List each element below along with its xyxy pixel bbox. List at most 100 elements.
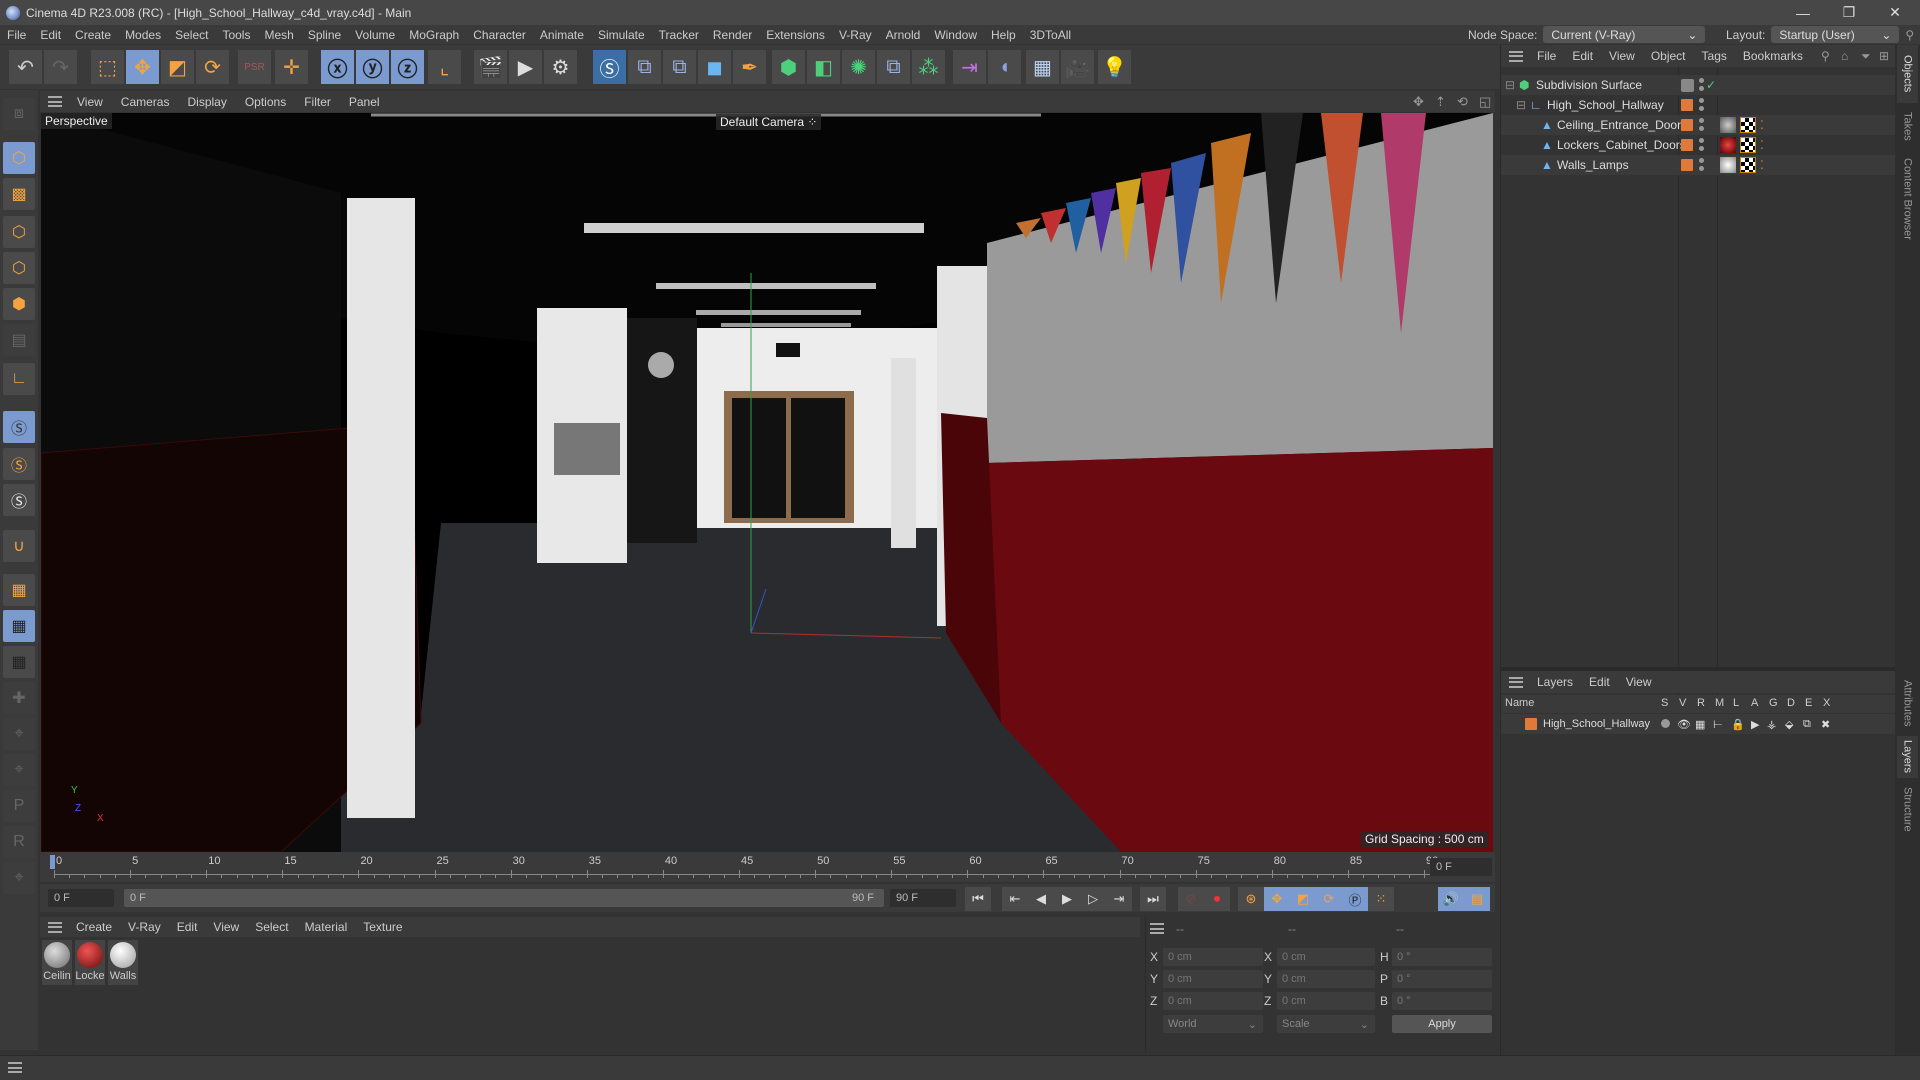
menu-window[interactable]: Window	[927, 28, 984, 42]
tab-attributes[interactable]: Attributes	[1897, 672, 1918, 734]
pos-z-field[interactable]: 0 cm	[1163, 992, 1263, 1010]
extrude-icon[interactable]: ◧	[807, 50, 841, 84]
scale-icon[interactable]: ◩	[161, 50, 195, 84]
phong-tag-icon[interactable]: ⁚	[1760, 118, 1764, 132]
material-menu-select[interactable]: Select	[247, 920, 296, 934]
point-mode-icon[interactable]: ⬡	[3, 216, 35, 248]
viewport-menu-options[interactable]: Options	[236, 95, 295, 109]
visibility-render-dot[interactable]	[1699, 146, 1704, 151]
size-x-field[interactable]: 0 cm	[1277, 948, 1375, 966]
python-icon-2[interactable]: ⧉	[663, 50, 697, 84]
menu-edit[interactable]: Edit	[33, 28, 68, 42]
phong-tag-icon[interactable]: ⁚	[1760, 158, 1764, 172]
keyframe-icon[interactable]: ⊛	[1238, 887, 1264, 911]
hamburger-icon[interactable]	[48, 96, 62, 107]
material-menu-texture[interactable]: Texture	[355, 920, 410, 934]
pin-target-icon[interactable]: ⌖	[3, 718, 35, 750]
expression-icon[interactable]: ⧉	[1803, 718, 1811, 731]
pen-icon[interactable]: ✒	[733, 50, 767, 84]
material-tag-icon[interactable]	[1720, 137, 1736, 153]
pos-x-field[interactable]: 0 cm	[1163, 948, 1263, 966]
pin-r-icon[interactable]: R	[3, 826, 35, 858]
apply-button[interactable]: Apply	[1392, 1015, 1492, 1033]
deformer-icon[interactable]: ⬙	[1785, 718, 1793, 731]
python-icon-1[interactable]: ⧉	[628, 50, 662, 84]
end-frame-field[interactable]: 90 F	[890, 889, 956, 907]
material-swatch[interactable]: Locke	[75, 940, 105, 985]
search-icon[interactable]: ⚲	[1821, 49, 1830, 63]
rot-b-field[interactable]: 0 °	[1392, 992, 1492, 1010]
floor-icon[interactable]: ▦	[1026, 50, 1060, 84]
object-menu-edit[interactable]: Edit	[1564, 49, 1601, 63]
viewport-menu-display[interactable]: Display	[178, 95, 235, 109]
menu-select[interactable]: Select	[168, 28, 215, 42]
collapse-icon[interactable]: ⊟	[1505, 78, 1515, 92]
hamburger-icon[interactable]	[1150, 923, 1164, 934]
menu-extensions[interactable]: Extensions	[759, 28, 832, 42]
move-icon[interactable]: ✥	[126, 50, 160, 84]
subdivision-icon[interactable]: ⬢	[772, 50, 806, 84]
visibility-editor-dot[interactable]	[1699, 118, 1704, 123]
maximize-view-icon[interactable]: ◱	[1479, 94, 1491, 110]
menu-simulate[interactable]: Simulate	[591, 28, 652, 42]
layer-color-swatch[interactable]	[1681, 159, 1693, 171]
menu-volume[interactable]: Volume	[348, 28, 402, 42]
menu-render[interactable]: Render	[706, 28, 759, 42]
mograph-icon[interactable]: ⁂	[912, 50, 946, 84]
menu-character[interactable]: Character	[466, 28, 533, 42]
material-swatch[interactable]: Ceilin	[42, 940, 72, 985]
layout-dropdown[interactable]: Startup (User) ⌄	[1771, 26, 1900, 43]
tab-structure[interactable]: Structure	[1897, 780, 1918, 838]
rot-p-field[interactable]: 0 °	[1392, 970, 1492, 988]
redo-icon[interactable]: ↷	[44, 50, 78, 84]
polygon-mode-icon[interactable]: ⬢	[3, 288, 35, 320]
size-y-field[interactable]: 0 cm	[1277, 970, 1375, 988]
xref-icon[interactable]: ✖	[1821, 718, 1830, 731]
viewport-menu-panel[interactable]: Panel	[340, 95, 389, 109]
python-icon-3[interactable]: ⧉	[877, 50, 911, 84]
live-selection-icon[interactable]: ⬚	[91, 50, 125, 84]
object-row-subdivision[interactable]: ⊟ ⬢ Subdivision Surface ✓	[1501, 75, 1896, 95]
viewport-menu-filter[interactable]: Filter	[295, 95, 340, 109]
hamburger-icon[interactable]	[1509, 676, 1523, 688]
cloner-icon[interactable]: ✺	[842, 50, 876, 84]
menu-animate[interactable]: Animate	[533, 28, 591, 42]
home-icon[interactable]: ⌂	[1841, 49, 1848, 63]
next-key-icon[interactable]: ⇥	[1106, 887, 1132, 911]
material-tag-icon[interactable]	[1720, 117, 1736, 133]
visibility-render-dot[interactable]	[1699, 166, 1704, 171]
psr-icon[interactable]: PSR	[238, 50, 272, 84]
model-mode-icon[interactable]: ⬡	[3, 142, 35, 174]
render-settings-icon[interactable]: ⚙	[544, 50, 578, 84]
start-frame-field[interactable]: 0 F	[48, 889, 114, 907]
snap-settings-icon[interactable]: Ⓢ	[3, 448, 35, 480]
next-frame-icon[interactable]: ▷	[1080, 887, 1106, 911]
rot-h-field[interactable]: 0 °	[1392, 948, 1492, 966]
visibility-render-dot[interactable]	[1699, 106, 1704, 111]
render-clapper-icon[interactable]: ▦	[1695, 718, 1705, 731]
hamburger-icon[interactable]	[8, 1062, 22, 1073]
prev-frame-icon[interactable]: ◀	[1028, 887, 1054, 911]
pin-sphere-icon[interactable]: ⌖	[3, 754, 35, 786]
axis-mode-icon[interactable]: ∟	[3, 363, 35, 395]
layers-menu-layers[interactable]: Layers	[1529, 675, 1581, 689]
object-row-walls[interactable]: ▲ Walls_Lamps ⁚	[1501, 155, 1896, 175]
timeline-ruler[interactable]: 051015202530354045505560657075808590 0 F	[40, 852, 1495, 882]
texture-mode-icon[interactable]: ▩	[3, 178, 35, 210]
sound-icon[interactable]: 🔊	[1438, 887, 1464, 911]
visibility-editor-dot[interactable]	[1699, 98, 1704, 103]
material-swatch[interactable]: Walls	[108, 940, 138, 985]
key-move-icon[interactable]: ✥	[1264, 887, 1290, 911]
uv-tag-icon[interactable]	[1740, 157, 1756, 173]
menu-3dtoall[interactable]: 3DToAll	[1023, 28, 1078, 42]
uv-tag-icon[interactable]	[1740, 117, 1756, 133]
uv-tag-icon[interactable]	[1740, 137, 1756, 153]
current-frame-field[interactable]: 0 F	[1430, 858, 1492, 876]
key-pla-icon[interactable]: ⁙	[1368, 887, 1394, 911]
layer-color-swatch[interactable]	[1681, 139, 1693, 151]
record-off-icon[interactable]: ⊘	[1178, 887, 1204, 911]
y-axis-icon[interactable]: ⓨ	[356, 50, 390, 84]
object-row-ceiling[interactable]: ▲ Ceiling_Entrance_Doors ⁚	[1501, 115, 1896, 135]
frame-range-slider[interactable]: 0 F 90 F	[124, 889, 884, 907]
layer-color-swatch[interactable]	[1525, 718, 1537, 730]
